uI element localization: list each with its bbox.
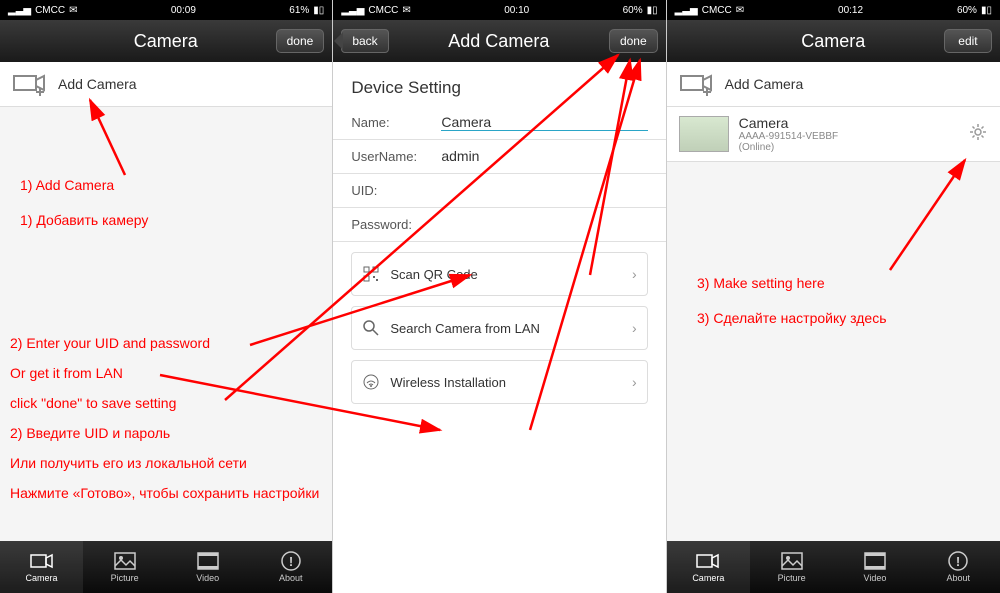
msg-icon: ✉ (69, 5, 77, 16)
header: Camera done (0, 20, 332, 62)
uid-label: UID: (351, 183, 441, 198)
status-bar: ▂▃▅ CMCC ✉ 00:09 61% ▮▯ (0, 0, 332, 20)
content-area: Add Camera (0, 62, 332, 541)
signal-icon: ▂▃▅ (341, 5, 364, 16)
camera-thumbnail (679, 116, 729, 152)
password-field-row: Password: (333, 208, 665, 242)
status-time: 00:09 (171, 5, 196, 16)
wireless-option[interactable]: Wireless Installation › (351, 360, 647, 404)
page-title: Camera (723, 31, 944, 52)
camera-icon (29, 551, 55, 571)
camera-icon (695, 551, 721, 571)
battery-percent: 60% (623, 5, 643, 16)
tab-picture[interactable]: Picture (83, 541, 166, 593)
tab-about[interactable]: !About (917, 541, 1000, 593)
password-label: Password: (351, 217, 441, 232)
username-field-row: UserName: (333, 140, 665, 174)
tab-camera[interactable]: Camera (667, 541, 750, 593)
status-time: 00:10 (504, 5, 529, 16)
chevron-right-icon: › (632, 374, 637, 390)
name-input[interactable] (441, 114, 647, 131)
chevron-right-icon: › (632, 320, 637, 336)
status-bar: ▂▃▅ CMCC ✉ 00:12 60% ▮▯ (667, 0, 1000, 20)
screen-add-camera: ▂▃▅ CMCC ✉ 00:10 60% ▮▯ back Add Camera … (333, 0, 666, 593)
password-input[interactable] (441, 216, 647, 233)
battery-icon: ▮▯ (313, 5, 324, 16)
name-field-row: Name: (333, 106, 665, 140)
camera-plus-icon (12, 72, 48, 96)
edit-button[interactable]: edit (944, 29, 992, 53)
add-camera-row[interactable]: Add Camera (0, 62, 332, 107)
gear-icon[interactable] (968, 122, 988, 147)
add-camera-label: Add Camera (58, 76, 137, 92)
wireless-label: Wireless Installation (390, 375, 506, 390)
carrier-label: CMCC (368, 5, 398, 16)
tab-picture[interactable]: Picture (750, 541, 833, 593)
wifi-icon (362, 373, 380, 391)
picture-icon (779, 551, 805, 571)
section-title: Device Setting (333, 62, 665, 106)
page-title: Add Camera (389, 31, 609, 52)
video-icon (195, 551, 221, 571)
battery-percent: 61% (289, 5, 309, 16)
done-button[interactable]: done (276, 29, 325, 53)
tab-camera[interactable]: Camera (0, 541, 83, 593)
picture-icon (112, 551, 138, 571)
status-time: 00:12 (838, 5, 863, 16)
carrier-label: CMCC (35, 5, 65, 16)
chevron-right-icon: › (632, 266, 637, 282)
camera-name: Camera (739, 115, 958, 131)
screen-camera-list: ▂▃▅ CMCC ✉ 00:09 61% ▮▯ Camera done Add … (0, 0, 333, 593)
name-label: Name: (351, 115, 441, 130)
tab-video[interactable]: Video (833, 541, 916, 593)
done-button[interactable]: done (609, 29, 658, 53)
content-area: Add Camera Camera AAAA-991514-VEBBF (Onl… (667, 62, 1000, 541)
svg-text:!: ! (289, 554, 293, 569)
screen-camera-list-populated: ▂▃▅ CMCC ✉ 00:12 60% ▮▯ Camera edit Add … (667, 0, 1000, 593)
add-camera-label: Add Camera (725, 76, 804, 92)
uid-input[interactable] (441, 182, 647, 199)
camera-uid: AAAA-991514-VEBBF (739, 131, 958, 142)
page-title: Camera (56, 31, 276, 52)
header: back Add Camera done (333, 20, 665, 62)
signal-icon: ▂▃▅ (8, 5, 31, 16)
username-label: UserName: (351, 149, 441, 164)
battery-percent: 60% (957, 5, 977, 16)
msg-icon: ✉ (402, 5, 410, 16)
battery-icon: ▮▯ (647, 5, 658, 16)
status-bar: ▂▃▅ CMCC ✉ 00:10 60% ▮▯ (333, 0, 665, 20)
username-input[interactable] (441, 148, 647, 165)
search-lan-label: Search Camera from LAN (390, 321, 540, 336)
camera-info: Camera AAAA-991514-VEBBF (Online) (739, 115, 958, 153)
qr-icon (362, 265, 380, 283)
back-button[interactable]: back (341, 29, 388, 53)
battery-icon: ▮▯ (981, 5, 992, 16)
svg-text:!: ! (956, 554, 960, 569)
camera-list-item[interactable]: Camera AAAA-991514-VEBBF (Online) (667, 107, 1000, 162)
camera-status: (Online) (739, 142, 958, 153)
camera-plus-icon (679, 72, 715, 96)
search-icon (362, 319, 380, 337)
tab-bar: Camera Picture Video !About (0, 541, 332, 593)
add-camera-row[interactable]: Add Camera (667, 62, 1000, 107)
header: Camera edit (667, 20, 1000, 62)
msg-icon: ✉ (736, 5, 744, 16)
carrier-label: CMCC (702, 5, 732, 16)
scan-qr-option[interactable]: Scan QR Code › (351, 252, 647, 296)
search-lan-option[interactable]: Search Camera from LAN › (351, 306, 647, 350)
video-icon (862, 551, 888, 571)
tab-about[interactable]: !About (249, 541, 332, 593)
tab-video[interactable]: Video (166, 541, 249, 593)
about-icon: ! (278, 551, 304, 571)
about-icon: ! (945, 551, 971, 571)
scan-qr-label: Scan QR Code (390, 267, 477, 282)
uid-field-row: UID: (333, 174, 665, 208)
tab-bar: Camera Picture Video !About (667, 541, 1000, 593)
signal-icon: ▂▃▅ (675, 5, 698, 16)
content-area: Device Setting Name: UserName: UID: Pass… (333, 62, 665, 593)
